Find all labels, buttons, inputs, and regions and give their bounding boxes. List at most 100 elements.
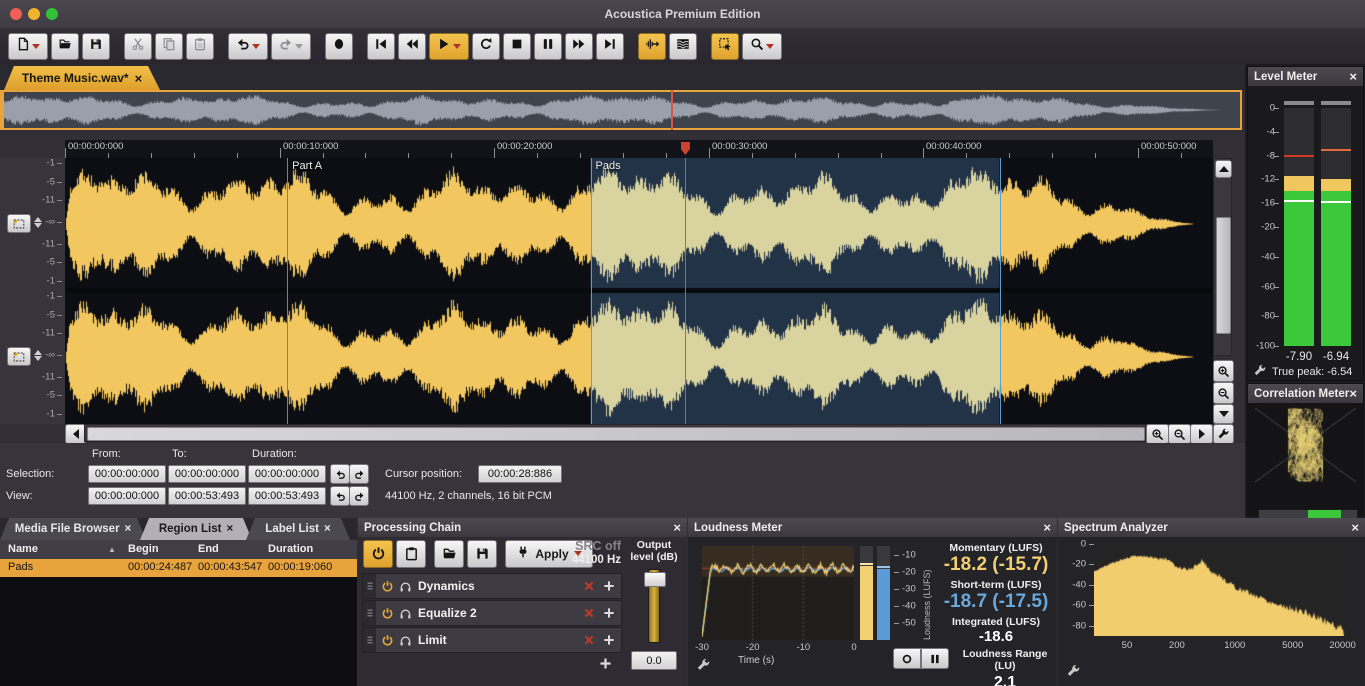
horizontal-scrollbar[interactable]	[84, 424, 1146, 442]
cut-button[interactable]	[124, 33, 152, 60]
plugin-headphones-icon[interactable]	[399, 634, 412, 647]
selection-duration-field[interactable]: 00:00:00:000	[248, 465, 326, 483]
spectrum-analyzer-close-icon[interactable]: ×	[1351, 521, 1359, 534]
fast-forward-button[interactable]	[565, 33, 593, 60]
level-meter-wrench-button[interactable]	[1253, 364, 1267, 383]
level-meter-close-icon[interactable]: ×	[1349, 70, 1357, 83]
plugin-delete-icon[interactable]	[583, 580, 595, 592]
rewind-button[interactable]	[398, 33, 426, 60]
marker-line-part-a[interactable]	[287, 158, 288, 424]
save-file-button[interactable]	[82, 33, 110, 60]
scroll-up-button[interactable]	[1215, 160, 1232, 178]
processing-chain-close-icon[interactable]: ×	[673, 521, 681, 534]
chain-plugin-row-limit[interactable]: Limit	[362, 627, 622, 653]
correlation-meter-close-icon[interactable]: ×	[1349, 387, 1357, 400]
horizontal-scroll-thumb[interactable]	[87, 427, 1145, 441]
spinner-down-icon[interactable]	[34, 356, 42, 361]
browser-tab-label-list[interactable]: Label List×	[246, 518, 350, 540]
skip-start-button[interactable]	[367, 33, 395, 60]
drag-handle-icon[interactable]	[363, 601, 376, 625]
copy-button[interactable]	[155, 33, 183, 60]
open-file-button[interactable]	[51, 33, 79, 60]
document-tab[interactable]: Theme Music.wav* ×	[4, 66, 160, 90]
output-level-slider[interactable]	[648, 569, 660, 643]
plugin-headphones-icon[interactable]	[399, 580, 412, 593]
view-undo-button[interactable]	[330, 486, 350, 506]
spectral-view-button[interactable]	[669, 33, 697, 60]
view-duration-field[interactable]: 00:00:53:493	[248, 487, 326, 505]
drag-handle-icon[interactable]	[363, 574, 376, 598]
chain-clipboard-button[interactable]	[396, 540, 426, 568]
waveform-settings-wrench-button[interactable]	[1213, 424, 1234, 444]
document-tab-close-icon[interactable]: ×	[135, 71, 143, 86]
selection-start-edge[interactable]	[591, 158, 592, 424]
vertical-zoom-in-button[interactable]	[1213, 360, 1234, 382]
stop-button[interactable]	[503, 33, 531, 60]
browser-tab-close-icon[interactable]: ×	[226, 523, 233, 535]
plugin-insert-icon[interactable]	[603, 607, 615, 619]
playback-cursor-line[interactable]	[685, 158, 686, 424]
plugin-delete-icon[interactable]	[583, 634, 595, 646]
chain-plugin-row-equalize-2[interactable]: Equalize 2	[362, 600, 622, 626]
channel-2-select-button[interactable]	[7, 347, 31, 366]
output-level-slider-handle[interactable]	[644, 572, 666, 587]
select-tool-button[interactable]	[711, 33, 739, 60]
plugin-insert-icon[interactable]	[603, 634, 615, 646]
paste-button[interactable]	[186, 33, 214, 60]
spinner-down-icon[interactable]	[34, 223, 42, 228]
play-dropdown-caret[interactable]	[453, 44, 461, 49]
output-level-value[interactable]: 0.0	[631, 651, 677, 670]
browser-tab-region-list[interactable]: Region List×	[140, 518, 252, 540]
chain-plugin-row-dynamics[interactable]: Dynamics	[362, 573, 622, 599]
overview-waveform[interactable]	[0, 90, 1242, 130]
plugin-delete-icon[interactable]	[583, 607, 595, 619]
record-button[interactable]	[325, 33, 353, 60]
chain-add-plugin-icon[interactable]	[599, 657, 612, 675]
channel-2-spinner[interactable]	[32, 347, 43, 364]
waveform-canvas[interactable]	[65, 158, 1213, 424]
chain-open-button[interactable]	[434, 540, 464, 568]
waveform-view-button[interactable]	[638, 33, 666, 60]
region-table-row[interactable]: Pads00:00:24:48700:00:43:54700:00:19:060	[0, 559, 357, 577]
vertical-scrollbar[interactable]	[1213, 158, 1232, 356]
selection-end-edge[interactable]	[1000, 158, 1001, 424]
redo-button[interactable]	[271, 33, 311, 60]
plugin-power-icon[interactable]	[381, 607, 394, 620]
plugin-power-icon[interactable]	[381, 634, 394, 647]
scroll-right-button[interactable]	[1190, 424, 1213, 444]
spectrum-settings-wrench-button[interactable]	[1066, 664, 1081, 684]
selection-to-field[interactable]: 00:00:00:000	[168, 465, 246, 483]
loudness-reset-button[interactable]	[893, 648, 921, 669]
column-header-begin[interactable]: Begin	[128, 543, 159, 555]
undo-dropdown-caret[interactable]	[252, 44, 260, 49]
loudness-pause-button[interactable]	[921, 648, 949, 669]
selection-from-field[interactable]: 00:00:00:000	[88, 465, 166, 483]
new-file-button[interactable]	[8, 33, 48, 60]
view-from-field[interactable]: 00:00:00:000	[88, 487, 166, 505]
scroll-down-button[interactable]	[1213, 404, 1234, 424]
chain-power-button[interactable]	[363, 540, 393, 568]
redo-dropdown-caret[interactable]	[295, 44, 303, 49]
selection-redo-button[interactable]	[349, 464, 369, 484]
column-header-duration[interactable]: Duration	[268, 543, 313, 555]
spinner-up-icon[interactable]	[34, 350, 42, 355]
skip-end-button[interactable]	[596, 33, 624, 60]
column-header-end[interactable]: End	[198, 543, 219, 555]
plugin-headphones-icon[interactable]	[399, 607, 412, 620]
scroll-left-button[interactable]	[65, 424, 86, 444]
channel-1-select-button[interactable]	[7, 214, 31, 233]
chain-save-button[interactable]	[467, 540, 497, 568]
timeline-ruler[interactable]: 00:00:00:00000:00:10:00000:00:20:00000:0…	[65, 140, 1213, 159]
vertical-zoom-out-button[interactable]	[1213, 382, 1234, 404]
horizontal-zoom-in-button[interactable]	[1146, 424, 1169, 444]
browser-tab-close-icon[interactable]: ×	[324, 523, 331, 535]
undo-button[interactable]	[228, 33, 268, 60]
play-button[interactable]	[429, 33, 469, 60]
drag-handle-icon[interactable]	[363, 628, 376, 652]
zoom-tool-dropdown-caret[interactable]	[766, 44, 774, 49]
horizontal-zoom-out-button[interactable]	[1168, 424, 1191, 444]
zoom-tool-button[interactable]	[742, 33, 782, 60]
channel-1-spinner[interactable]	[32, 214, 43, 231]
browser-tab-close-icon[interactable]: ×	[125, 523, 132, 535]
plugin-power-icon[interactable]	[381, 580, 394, 593]
